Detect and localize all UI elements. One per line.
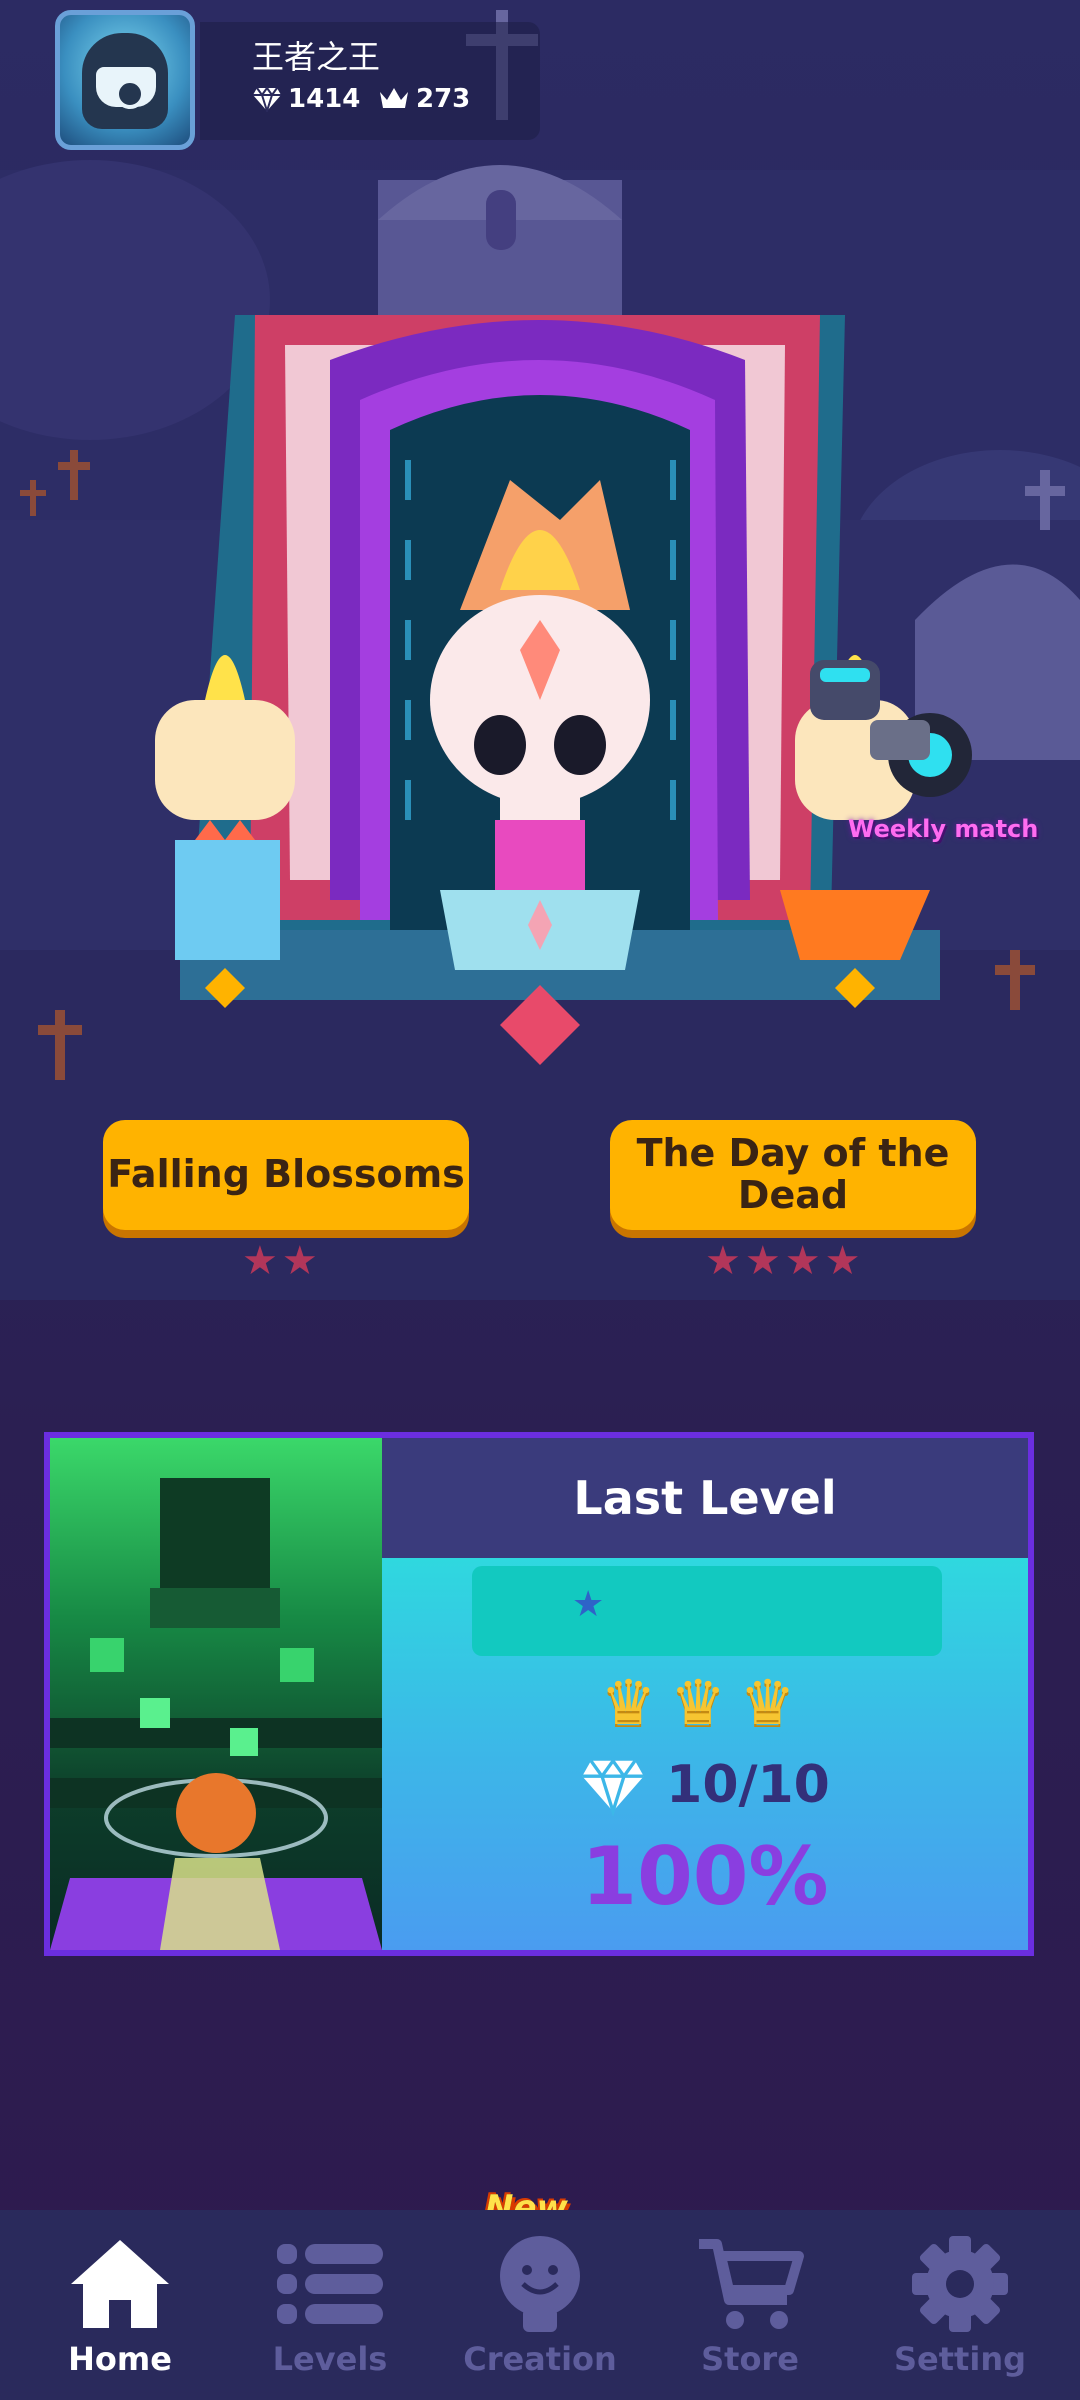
nav-home-label: Home <box>68 2340 172 2378</box>
level-stars-falling-blossoms: ★★ <box>242 1238 322 1284</box>
last-level-stats: ★ ♛♛♛ 10/10 100% <box>382 1558 1028 1950</box>
day-of-the-dead-shrine-illustration <box>0 10 1080 1300</box>
last-level-thumbnail <box>50 1438 382 1950</box>
level-button-day-of-the-dead[interactable]: The Day of the Dead <box>610 1120 976 1230</box>
nav-creation-label: Creation <box>463 2340 617 2378</box>
diamond-icon <box>582 1757 644 1816</box>
lightbulb-icon <box>500 2236 580 2332</box>
list-icon <box>277 2244 383 2324</box>
diamond-icon <box>253 86 281 112</box>
level-button-falling-blossoms[interactable]: Falling Blossoms <box>103 1120 469 1230</box>
cart-icon <box>699 2239 804 2329</box>
last-level-card[interactable]: Last Level ★ ♛♛♛ 10/10 100% <box>44 1432 1034 1956</box>
progress-star-icon: ★ <box>572 1584 605 1625</box>
nav-setting-label: Setting <box>894 2340 1026 2378</box>
level-progress-bar: ★ <box>472 1566 942 1656</box>
avatar-lens <box>115 79 145 109</box>
weekly-match-label[interactable]: Weekly match <box>848 815 1038 843</box>
diamond-count-value: 1414 <box>288 84 361 114</box>
gem-count: 10/10 <box>666 1755 830 1815</box>
level-stars-day-of-the-dead: ★★★★ <box>705 1238 865 1284</box>
player-avatar[interactable] <box>55 10 195 150</box>
nav-home[interactable]: Home <box>12 2210 228 2400</box>
crown-count-value: 273 <box>416 84 471 114</box>
last-level-title: Last Level <box>382 1438 1028 1558</box>
gear-icon <box>912 2236 1008 2332</box>
nav-store[interactable]: Store <box>642 2210 858 2400</box>
gem-collection: 10/10 <box>382 1754 1028 1816</box>
nav-creation[interactable]: Creation <box>432 2210 648 2400</box>
crown-count: 273 <box>378 84 470 114</box>
crown-icon <box>380 88 408 108</box>
home-icon <box>71 2240 169 2328</box>
player-name: 王者之王 <box>252 38 381 76</box>
nav-levels-label: Levels <box>272 2340 388 2378</box>
bottom-navigation: Home Levels Creation Store Setting <box>0 2210 1080 2400</box>
nav-levels[interactable]: Levels <box>222 2210 438 2400</box>
crown-rating: ♛♛♛ <box>600 1666 810 1739</box>
nav-store-label: Store <box>701 2340 799 2378</box>
player-info-panel: 王者之王 1414 273 <box>200 22 540 140</box>
nav-setting[interactable]: Setting <box>852 2210 1068 2400</box>
diamond-count: 1414 <box>252 84 360 114</box>
completion-percent: 100% <box>581 1830 829 1923</box>
